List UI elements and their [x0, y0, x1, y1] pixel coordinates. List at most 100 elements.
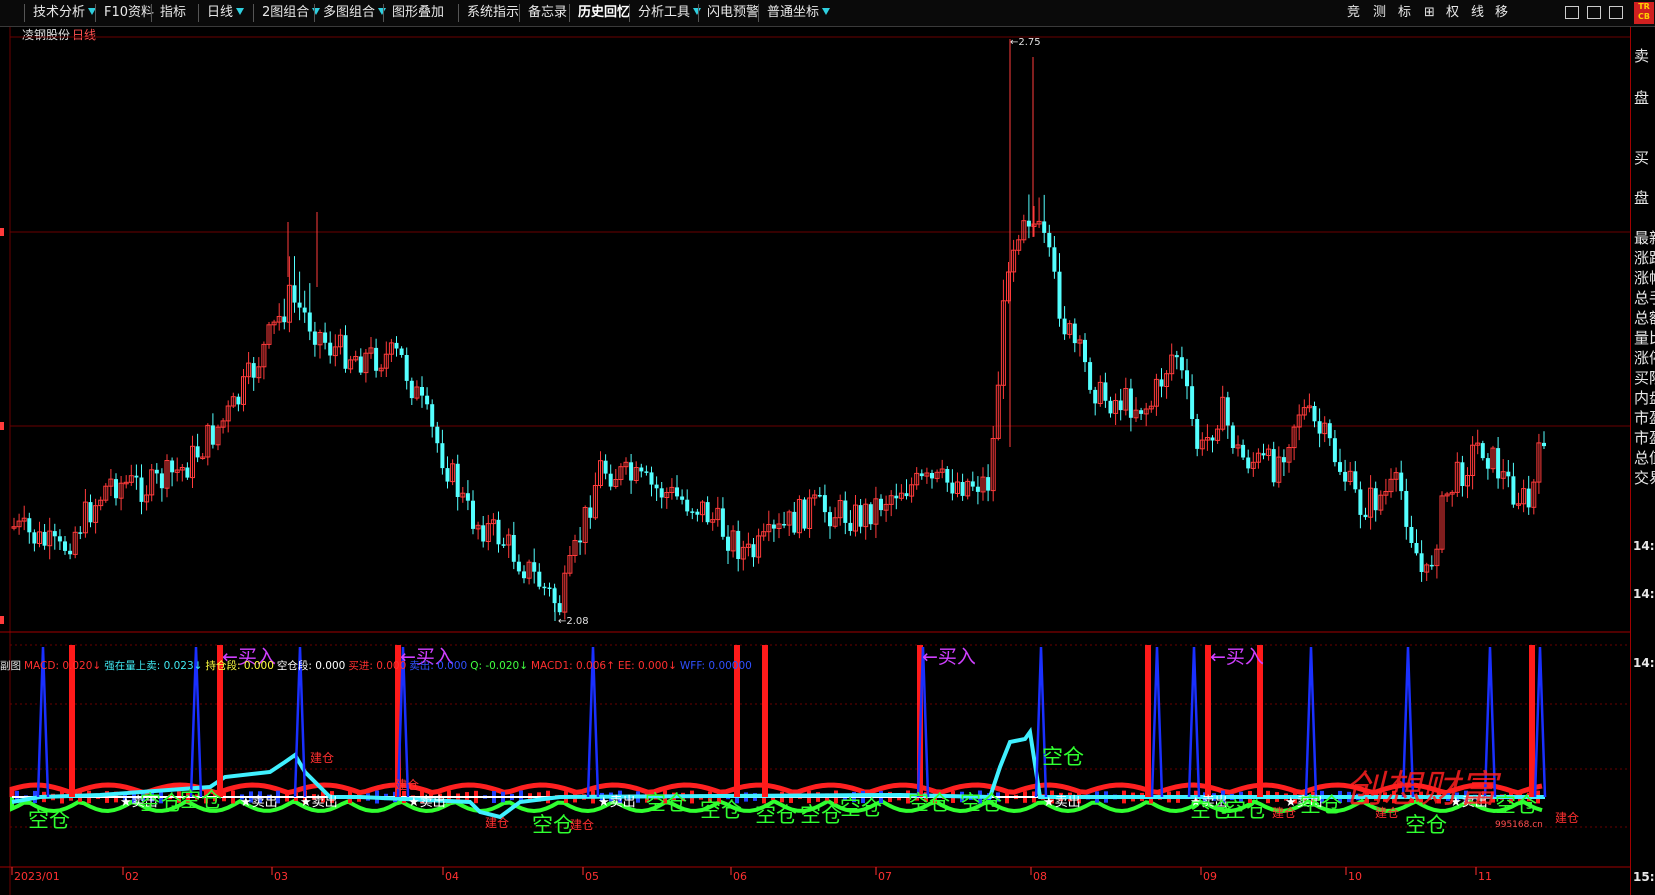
- chevron-down-icon[interactable]: [236, 8, 244, 15]
- candle-body-down: [1241, 444, 1246, 458]
- toolbar-right-item-3[interactable]: ⊞: [1424, 0, 1435, 26]
- candle-body-down: [1414, 543, 1419, 554]
- x-axis-label: 2023/01: [14, 870, 60, 883]
- toolbar-item-3[interactable]: 日线: [207, 0, 233, 26]
- candle-body-down: [1225, 397, 1230, 426]
- time-label: 14:5: [1633, 656, 1655, 670]
- x-axis-label: 09: [1203, 870, 1217, 883]
- toolbar-label: 分析工具: [638, 5, 691, 20]
- toolbar-label: 日线: [207, 5, 234, 20]
- main-toolbar: 技术分析 F10资料 指标 日线 2图组合 多图组合 图形叠加 系统指示 备忘录 历史回忆 分析工具…: [0, 0, 1655, 27]
- candle-body-down: [1327, 423, 1332, 439]
- candle-body-down: [1419, 553, 1424, 572]
- toolbar-item-7[interactable]: 系统指示: [467, 0, 519, 26]
- empty-position-label: 空仓: [1225, 798, 1267, 822]
- candle-body-down: [975, 486, 980, 492]
- candle-body-down: [52, 531, 57, 537]
- toolbar-label: 闪电预警: [707, 5, 760, 20]
- window-max-icon[interactable]: [1587, 6, 1601, 19]
- chevron-down-icon[interactable]: [822, 8, 830, 15]
- candle-body-down: [1261, 453, 1266, 456]
- toolbar-right-item-1[interactable]: 测: [1373, 0, 1386, 26]
- candle-body-down: [139, 477, 144, 502]
- toolbar-right-item-2[interactable]: 标: [1398, 0, 1411, 26]
- toolbar-item-11[interactable]: 闪电预警: [707, 0, 759, 26]
- quote-label: 量比: [1634, 329, 1655, 347]
- quote-side-panel: 卖盘买盘最新涨跌涨幅总手总额量比涨停买阶内盘市盈市盈总值交易14:514:514…: [1630, 27, 1655, 895]
- candle-body-down: [644, 471, 649, 473]
- toolbar-item-9[interactable]: 历史回忆: [578, 0, 630, 26]
- candle-body-down: [578, 540, 583, 543]
- toolbar-right-item-4[interactable]: 权: [1446, 0, 1459, 26]
- candle-body-down: [1179, 357, 1184, 371]
- candle-body-down: [1485, 458, 1490, 469]
- candle-body-down: [374, 347, 379, 371]
- candle-body-down: [1195, 419, 1200, 449]
- legend-item: 空仓段: 0.000: [276, 660, 346, 672]
- low-price-annotation: ←2.08: [558, 616, 589, 627]
- candle-body-down: [1358, 489, 1363, 515]
- toolbar-item-2[interactable]: 指标: [160, 0, 186, 26]
- toolbar-item-4[interactable]: 2图组合: [262, 0, 309, 26]
- toolbar-label: 历史回忆: [578, 5, 631, 20]
- x-axis-label: 08: [1033, 870, 1047, 883]
- candle-body-down: [1128, 388, 1133, 418]
- toolbar-item-6[interactable]: 图形叠加: [392, 0, 444, 26]
- time-label: 14:5: [1633, 539, 1655, 553]
- candle-body-down: [1332, 438, 1337, 463]
- candle-body-down: [986, 477, 991, 491]
- sell-signal-peak: [1533, 646, 1547, 798]
- candle-body-down: [511, 535, 516, 562]
- empty-position-label: 空仓: [960, 791, 1002, 815]
- legend-item: 持仓段: 0.000: [205, 660, 274, 672]
- toolbar-item-12[interactable]: 普通坐标: [767, 0, 819, 26]
- x-axis-label: 02: [125, 870, 139, 883]
- candle-body-down: [236, 396, 241, 405]
- x-axis-label: 04: [445, 870, 459, 883]
- toolbar-item-0[interactable]: 技术分析: [33, 0, 85, 26]
- candle-body-down: [114, 479, 118, 499]
- candle-body-down: [1057, 271, 1062, 319]
- candle-body-down: [1210, 437, 1215, 441]
- quote-label: 涨幅: [1634, 269, 1655, 287]
- legend-item: MACD: 0.020↓: [24, 660, 102, 672]
- subchart-title: 副图: [0, 660, 21, 672]
- empty-position-label: 空仓: [1405, 813, 1447, 837]
- candle-body-down: [1047, 232, 1052, 248]
- empty-position-label: 空仓: [28, 808, 70, 832]
- logo-text: TR CB: [1638, 2, 1650, 21]
- empty-position-label: 空仓: [700, 798, 742, 822]
- legend-item: 强在量上卖: 0.023↓: [104, 660, 203, 672]
- close-icon[interactable]: [1609, 6, 1623, 19]
- candle-body-down: [629, 462, 634, 481]
- x-axis-label: 05: [585, 870, 599, 883]
- toolbar-item-10[interactable]: 分析工具: [638, 0, 690, 26]
- candle-body-down: [782, 524, 787, 526]
- buy-signal-bar: [1145, 645, 1151, 797]
- candle-body-down: [1363, 514, 1368, 518]
- candle-body-down: [659, 488, 664, 498]
- quote-label: 总手: [1634, 289, 1655, 307]
- toolbar-separator: [383, 4, 384, 22]
- toolbar-label: 图形叠加: [392, 5, 445, 20]
- candle-body-down: [726, 536, 730, 551]
- buy-signal-bar: [762, 645, 768, 797]
- chevron-down-icon[interactable]: [378, 8, 386, 15]
- candle-body-down: [496, 519, 501, 545]
- toolbar-right-item-0[interactable]: 竞: [1347, 0, 1360, 26]
- toolbar-separator: [758, 4, 759, 22]
- quote-label: 市盈: [1634, 409, 1655, 427]
- candle-body-down: [1399, 472, 1404, 492]
- candle-body-down: [695, 511, 700, 515]
- candle-body-down: [1542, 442, 1546, 447]
- toolbar-item-1[interactable]: F10资料: [104, 0, 154, 26]
- window-restore-icon[interactable]: [1565, 6, 1579, 19]
- candle-body-down: [170, 460, 175, 473]
- kline-chart[interactable]: ←2.75←2.08←买入 ←买入 ←买入 ←买入★卖出 ★卖出 ★卖出 ★卖出 ★卖出 ★卖出…: [0, 27, 1630, 895]
- empty-position-label: 空仓: [1495, 793, 1537, 817]
- toolbar-right-item-6[interactable]: 移: [1495, 0, 1508, 26]
- toolbar-right-item-5[interactable]: 线: [1471, 0, 1484, 26]
- chevron-down-icon[interactable]: [693, 8, 701, 15]
- toolbar-item-5[interactable]: 多图组合: [323, 0, 375, 26]
- toolbar-item-8[interactable]: 备忘录: [528, 0, 567, 26]
